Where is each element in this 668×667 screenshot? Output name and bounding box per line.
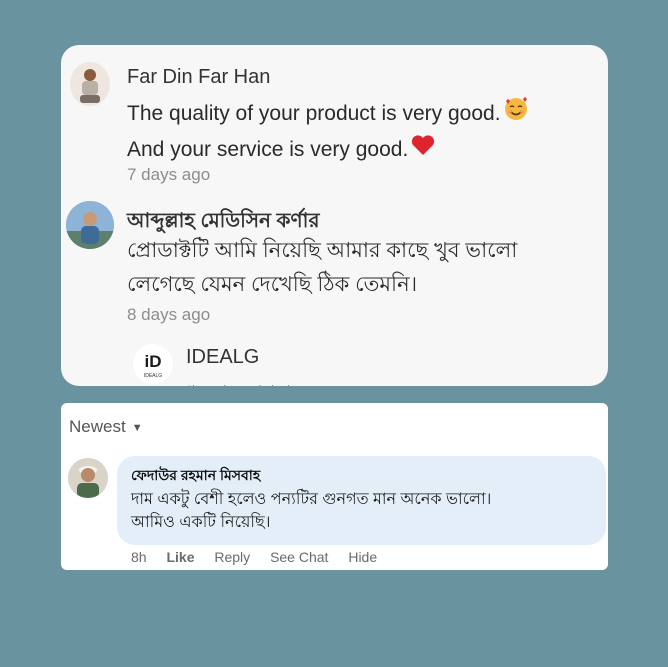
smiling-face-with-hearts-icon [503, 96, 529, 133]
comment-thread-card: Newest ▼ ফেদাউর রহমান মিসবাহ দাম একটু বেশ… [61, 403, 608, 570]
comment-text: দাম একটু বেশী হলেও পন্যটির গুনগত মান অনে… [131, 488, 491, 534]
comment-text: The quality of your product is very good… [127, 96, 529, 168]
reply-text: ধন্যবাদ আপনার [186, 378, 301, 386]
comment-author[interactable]: ফেদাউর রহমান মিসবাহ [131, 464, 260, 488]
logo-subtext: IDEALG [144, 373, 162, 379]
see-chat-button[interactable]: See Chat [270, 549, 328, 565]
idealg-logo[interactable]: iD IDEALG [133, 344, 173, 384]
sort-dropdown[interactable]: Newest ▼ [69, 417, 143, 437]
comment-line: The quality of your product is very good… [127, 102, 501, 126]
avatar[interactable] [66, 201, 114, 249]
logo-text: iD [145, 352, 162, 371]
avatar[interactable] [70, 62, 110, 106]
comment-actions: 8h Like Reply See Chat Hide [131, 549, 393, 565]
clipped-header-text: · · · [281, 45, 341, 49]
comments-card: · · · Far Din Far Han The quality of you… [61, 45, 608, 386]
hide-button[interactable]: Hide [348, 549, 377, 565]
comment-line: আমিও একটি নিয়েছি। [131, 514, 271, 531]
comment-author[interactable]: Far Din Far Han [127, 66, 270, 89]
comment-timestamp: 7 days ago [127, 165, 211, 184]
comment-line: দাম একটু বেশী হলেও পন্যটির গুনগত মান অনে… [131, 491, 492, 508]
caret-down-icon: ▼ [131, 421, 143, 434]
like-button[interactable]: Like [166, 549, 194, 565]
comment-timestamp: 8 days ago [127, 305, 211, 324]
avatar[interactable] [68, 458, 108, 498]
comment-timestamp: 8h [131, 549, 147, 565]
sort-label: Newest [69, 417, 126, 436]
reply-author[interactable]: IDEALG [186, 346, 259, 369]
comment-line: লেগেছে যেমন দেখেছি ঠিক তেমনি। [127, 273, 418, 296]
reply-button[interactable]: Reply [214, 549, 250, 565]
comment-line: প্রোডাক্টটি আমি নিয়েছি আমার কাছে খুব ভা… [127, 239, 518, 262]
comment-line: And your service is very good. [127, 138, 409, 162]
comment-text: প্রোডাক্টটি আমি নিয়েছি আমার কাছে খুব ভা… [127, 234, 517, 302]
red-heart-icon [410, 133, 436, 168]
comment-bubble: ফেদাউর রহমান মিসবাহ দাম একটু বেশী হলেও প… [117, 456, 606, 545]
